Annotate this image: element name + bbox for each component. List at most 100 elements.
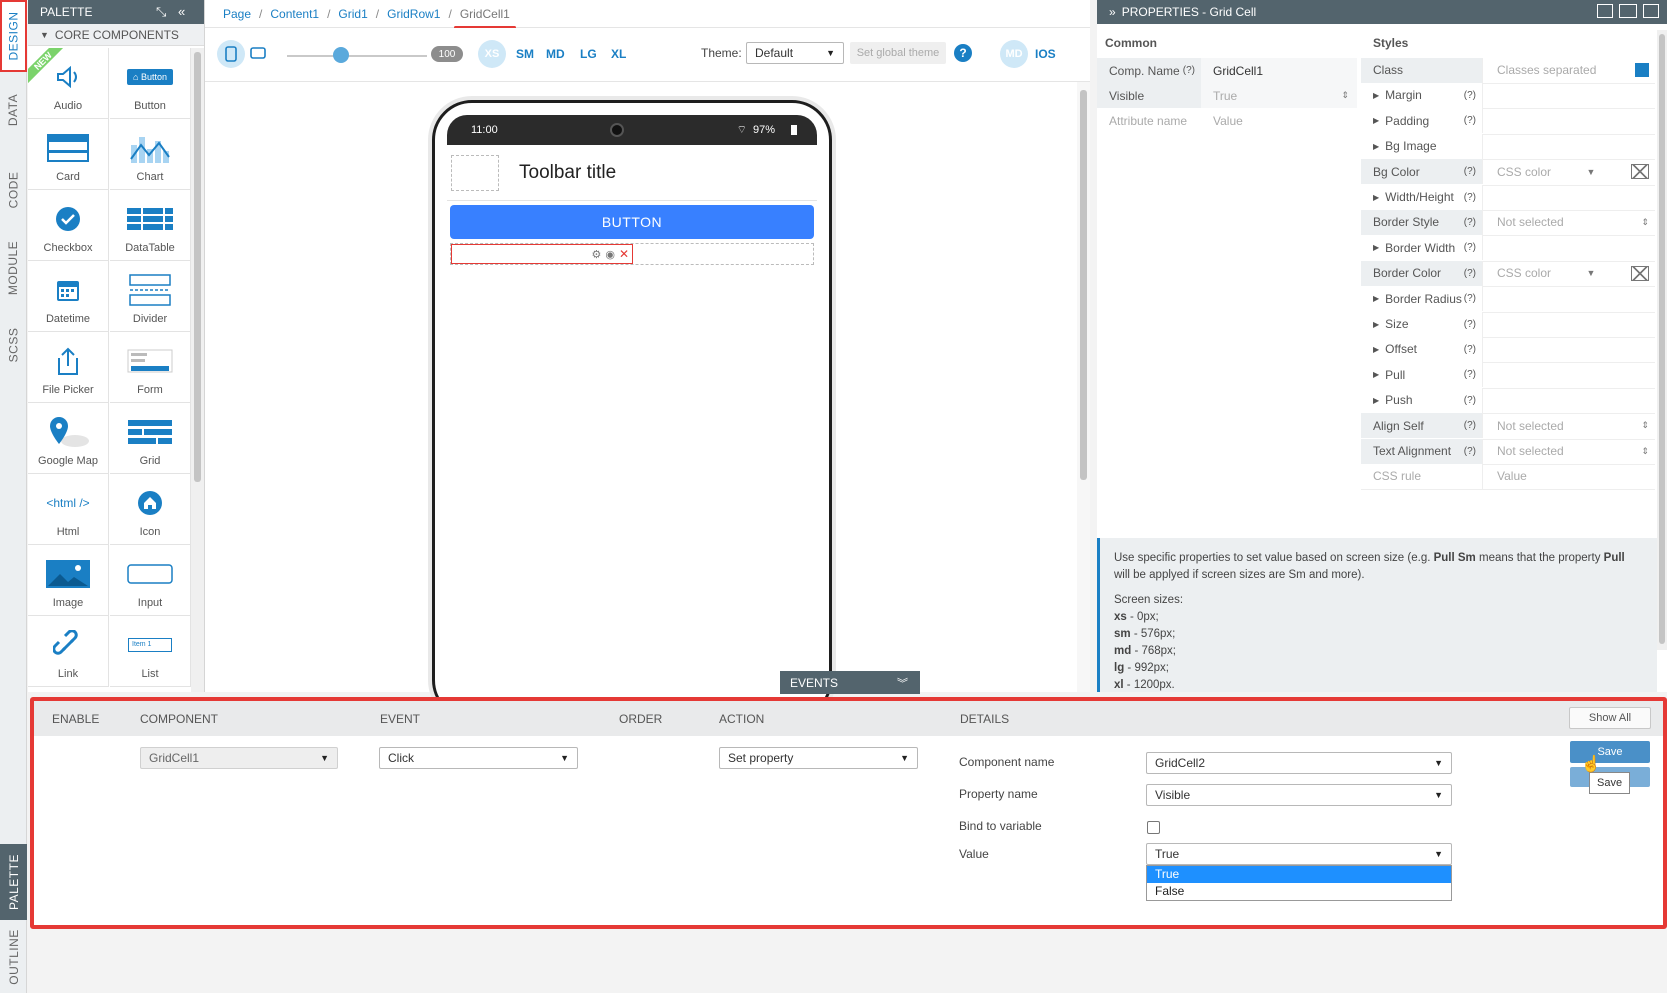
style-row-bg-image[interactable]: ▶ Bg Image: [1361, 133, 1655, 161]
palette-item-html[interactable]: <html /> Html: [28, 474, 109, 545]
tab-design[interactable]: DESIGN: [0, 0, 27, 72]
collapse-arrows-icon[interactable]: ⤡: [156, 4, 166, 20]
tab-scss[interactable]: SCSS: [0, 310, 27, 380]
md-mode-button[interactable]: MD: [1000, 40, 1028, 68]
expand-arrow-icon[interactable]: ▶: [1373, 370, 1379, 379]
palette-item-file-picker[interactable]: File Picker: [28, 332, 109, 403]
common-row-attribute-name[interactable]: Attribute name Value: [1097, 107, 1357, 134]
tablet-landscape-icon[interactable]: [250, 47, 266, 62]
palette-item-form[interactable]: Form: [110, 332, 191, 403]
palette-item-audio[interactable]: Audio NEW: [28, 48, 109, 119]
expand-arrow-icon[interactable]: ▶: [1373, 396, 1379, 405]
option-true[interactable]: True: [1147, 866, 1451, 883]
copy-icon[interactable]: ◉: [605, 248, 615, 261]
expand-arrow-icon[interactable]: ▶: [1373, 193, 1379, 202]
palette-item-link[interactable]: Link: [28, 616, 109, 687]
breadcrumb-gridrow[interactable]: GridRow1: [387, 7, 440, 21]
expand-arrow-icon[interactable]: ▶: [1373, 142, 1379, 151]
breadcrumb-page[interactable]: Page: [223, 7, 251, 21]
events-tab[interactable]: EVENTS ︾: [780, 671, 920, 694]
tab-module[interactable]: MODULE: [0, 228, 27, 308]
size-lg-button[interactable]: LG: [580, 47, 597, 61]
clear-color-icon[interactable]: [1630, 265, 1649, 281]
expand-arrow-icon[interactable]: ▶: [1373, 345, 1379, 354]
palette-item-checkbox[interactable]: Checkbox: [28, 190, 109, 261]
properties-scrollbar[interactable]: [1657, 30, 1667, 650]
style-row-bg-color[interactable]: Bg Color (?) CSS color ▼: [1361, 159, 1655, 186]
component-select[interactable]: GridCell1 ▼: [140, 747, 338, 769]
layout-columns-icon[interactable]: [1619, 4, 1637, 18]
gear-icon[interactable]: ⚙: [591, 248, 601, 261]
common-row-comp-name[interactable]: Comp. Name (?) GridCell1: [1097, 57, 1357, 84]
zoom-slider-track[interactable]: [287, 55, 427, 57]
component-name-select[interactable]: GridCell2 ▼: [1146, 752, 1452, 774]
style-row-border-style[interactable]: Border Style (?) Not selected ⇕: [1361, 209, 1655, 237]
palette-item-divider[interactable]: Divider: [110, 261, 191, 332]
mobile-device-icon[interactable]: [217, 40, 245, 68]
double-chevron-left-icon[interactable]: «: [178, 4, 185, 19]
palette-item-icon[interactable]: Icon: [110, 474, 191, 545]
class-picker-icon[interactable]: [1635, 63, 1649, 77]
breadcrumb-grid[interactable]: Grid1: [338, 7, 367, 21]
layout-rows-icon[interactable]: [1597, 4, 1613, 18]
selected-grid-cell[interactable]: ⚙ ◉ ✕: [451, 244, 633, 264]
tab-data[interactable]: DATA: [0, 80, 27, 140]
expand-arrow-icon[interactable]: ▶: [1373, 294, 1379, 303]
close-icon[interactable]: ✕: [619, 247, 629, 261]
palette-item-input[interactable]: Input: [110, 545, 191, 616]
action-select[interactable]: Set property ▼: [719, 747, 918, 769]
clear-color-icon[interactable]: [1630, 164, 1649, 180]
toolbar-start-slot[interactable]: [451, 154, 499, 191]
option-false[interactable]: False: [1147, 883, 1451, 900]
canvas-scrollbar[interactable]: [1077, 82, 1090, 692]
style-row-offset[interactable]: ▶ Offset (?): [1361, 336, 1655, 364]
style-row-margin[interactable]: ▶ Margin (?): [1361, 82, 1655, 110]
tab-code[interactable]: CODE: [0, 160, 27, 220]
size-md-button[interactable]: MD: [546, 47, 565, 61]
expand-arrow-icon[interactable]: ▶: [1373, 91, 1379, 100]
style-row-padding[interactable]: ▶ Padding (?): [1361, 108, 1655, 135]
expand-arrow-icon[interactable]: ▶: [1373, 320, 1379, 329]
show-all-button[interactable]: Show All: [1569, 707, 1651, 729]
style-row-align-self[interactable]: Align Self (?) Not selected ⇕: [1361, 413, 1655, 440]
set-global-theme-button[interactable]: Set global theme: [850, 42, 946, 64]
style-row-border-radius[interactable]: ▶ Border Radius (?): [1361, 286, 1655, 313]
breadcrumb-content[interactable]: Content1: [270, 7, 319, 21]
size-xl-button[interactable]: XL: [611, 47, 626, 61]
tab-palette[interactable]: PALETTE: [0, 844, 27, 920]
palette-item-grid[interactable]: Grid: [110, 403, 191, 474]
expand-arrow-icon[interactable]: ▶: [1373, 116, 1379, 125]
chevron-double-down-icon[interactable]: ︾: [897, 675, 908, 691]
palette-scrollbar[interactable]: [191, 48, 204, 692]
zoom-slider-handle[interactable]: [333, 47, 349, 63]
palette-item-datetime[interactable]: Datetime: [28, 261, 109, 332]
event-select[interactable]: Click ▼: [379, 747, 578, 769]
ios-mode-button[interactable]: IOS: [1035, 47, 1056, 61]
palette-item-card[interactable]: Card: [28, 119, 109, 190]
style-row-class[interactable]: Class Classes separated: [1361, 57, 1655, 84]
palette-item-image[interactable]: Image: [28, 545, 109, 616]
theme-select[interactable]: Default ▼: [746, 42, 844, 64]
phone-toolbar[interactable]: Toolbar title: [447, 145, 817, 201]
palette-item-datatable[interactable]: DataTable: [110, 190, 191, 261]
style-row-pull[interactable]: ▶ Pull (?): [1361, 362, 1655, 389]
size-sm-button[interactable]: SM: [516, 47, 534, 61]
style-row-border-width[interactable]: ▶ Border Width (?): [1361, 235, 1655, 262]
tab-outline[interactable]: OUTLINE: [0, 920, 27, 993]
double-chevron-right-icon[interactable]: »: [1109, 5, 1116, 19]
property-name-select[interactable]: Visible ▼: [1146, 784, 1452, 806]
style-row-css-rule[interactable]: CSS rule Value: [1361, 463, 1655, 491]
common-row-visible[interactable]: Visible True ⇕: [1097, 82, 1357, 109]
palette-section-header[interactable]: ▼ CORE COMPONENTS: [28, 24, 204, 46]
value-select[interactable]: True ▼: [1146, 843, 1452, 865]
style-row-border-color[interactable]: Border Color (?) CSS color ▼: [1361, 260, 1655, 288]
style-row-push[interactable]: ▶ Push (?): [1361, 387, 1655, 415]
palette-item-chart[interactable]: Chart: [110, 119, 191, 190]
phone-button[interactable]: BUTTON: [450, 205, 814, 239]
style-row-width-height[interactable]: ▶ Width/Height (?): [1361, 184, 1655, 211]
palette-item-google-map[interactable]: Google Map: [28, 403, 109, 474]
help-icon[interactable]: ?: [954, 44, 972, 62]
bind-to-variable-checkbox[interactable]: [1147, 821, 1160, 834]
palette-item-button[interactable]: ⌂ Button Button: [110, 48, 191, 119]
style-row-size[interactable]: ▶ Size (?): [1361, 311, 1655, 338]
